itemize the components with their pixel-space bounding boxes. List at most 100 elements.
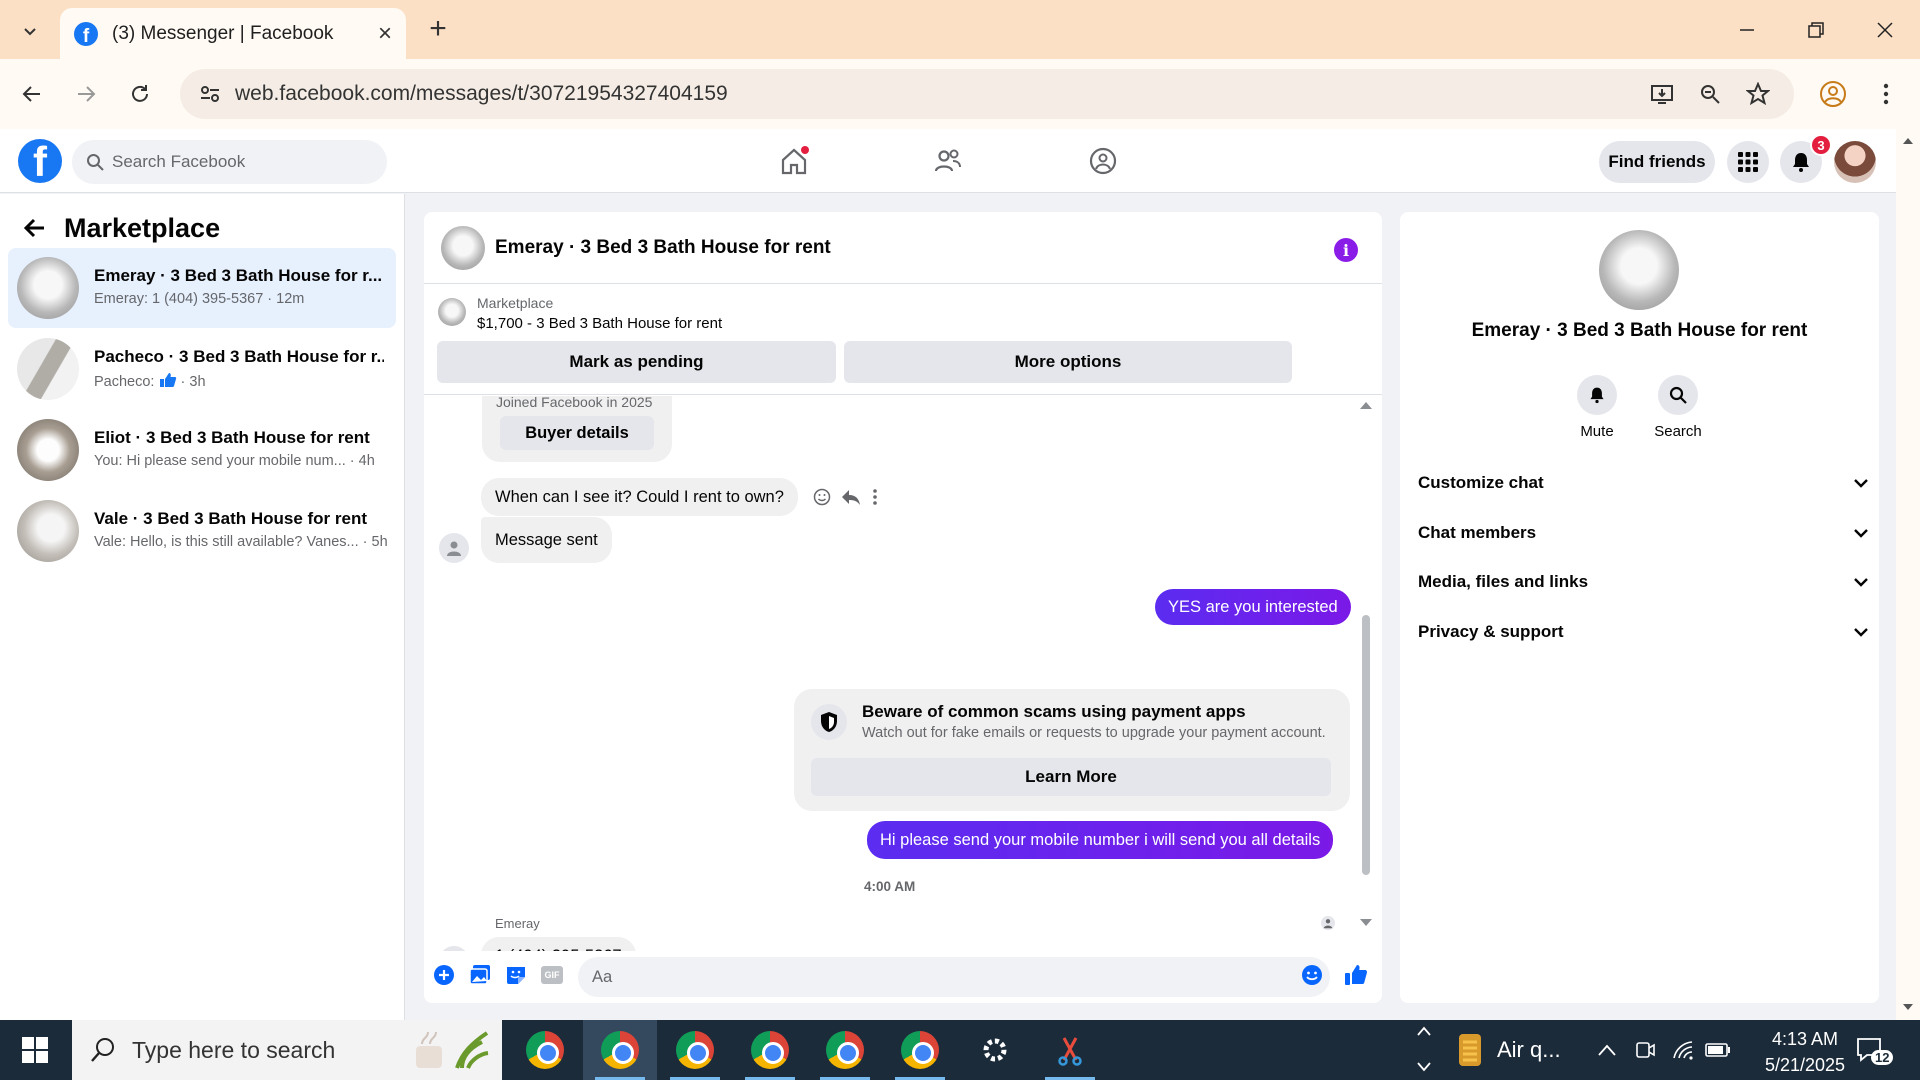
meet-now-icon[interactable] <box>1635 1020 1655 1080</box>
chevron-down-icon <box>1854 628 1868 637</box>
search-conversation-button[interactable]: Search <box>1638 375 1718 440</box>
friends-nav-button[interactable] <box>930 143 966 179</box>
info-icon[interactable]: i <box>1334 238 1358 262</box>
close-window-button[interactable] <box>1862 10 1908 50</box>
scroll-up-icon[interactable] <box>1359 400 1373 410</box>
show-hidden-icons-button[interactable] <box>1598 1020 1616 1080</box>
scroll-down-icon[interactable] <box>1359 918 1373 928</box>
emoji-icon[interactable] <box>1300 963 1324 987</box>
mute-button[interactable]: Mute <box>1557 375 1637 440</box>
chevron-up-icon[interactable] <box>1417 1026 1431 1036</box>
chevron-down-icon[interactable] <box>1417 1062 1431 1072</box>
weather-widget[interactable]: Air q... <box>1455 1020 1561 1080</box>
conversation-avatar[interactable] <box>1599 230 1679 310</box>
menu-button[interactable] <box>1727 141 1769 183</box>
reply-icon[interactable] <box>841 488 861 506</box>
back-arrow-icon[interactable] <box>22 215 48 241</box>
taskbar-chrome-5[interactable] <box>808 1020 882 1080</box>
groups-nav-button[interactable] <box>1085 143 1121 179</box>
find-friends-button[interactable]: Find friends <box>1599 141 1715 183</box>
message-bubble-outgoing[interactable]: YES are you interested <box>1155 589 1351 625</box>
browser-tab-messenger[interactable]: f (3) Messenger | Facebook × <box>60 8 406 59</box>
message-bubble-outgoing[interactable]: Hi please send your mobile number i will… <box>867 821 1334 859</box>
photo-icon[interactable] <box>468 963 492 987</box>
taskbar-snipping-tool[interactable] <box>1033 1020 1107 1080</box>
bookmark-star-icon[interactable] <box>1744 80 1772 108</box>
site-settings-icon[interactable] <box>198 82 222 106</box>
message-input[interactable] <box>578 957 1330 997</box>
taskbar-chrome-4[interactable] <box>733 1020 807 1080</box>
chat-scrollbar[interactable] <box>1362 615 1370 875</box>
action-center-button[interactable]: 12 <box>1855 1020 1894 1080</box>
taskbar-chrome-3[interactable] <box>658 1020 732 1080</box>
taskbar-chrome-6[interactable] <box>883 1020 957 1080</box>
taskbar-search-box[interactable]: Type here to search <box>72 1020 502 1080</box>
arrow-left-icon <box>22 86 40 102</box>
mark-as-pending-button[interactable]: Mark as pending <box>437 341 836 383</box>
start-button[interactable] <box>12 1032 58 1068</box>
message-bubble-incoming[interactable]: Message sent <box>481 517 612 563</box>
forward-button[interactable] <box>68 76 104 112</box>
listing-thumbnail[interactable] <box>438 298 466 326</box>
profile-avatar[interactable] <box>1834 141 1876 183</box>
gif-icon[interactable]: GIF <box>540 963 564 987</box>
conversation-item-vale[interactable]: Vale · 3 Bed 3 Bath House for rent Vale:… <box>8 491 396 571</box>
tab-search-button[interactable] <box>12 13 48 49</box>
air-quality-icon <box>1459 1034 1481 1066</box>
taskbar-settings[interactable] <box>958 1020 1032 1080</box>
scam-warning-body: Watch out for fake emails or requests to… <box>862 725 1326 741</box>
add-attachment-icon[interactable] <box>432 963 456 987</box>
battery-icon[interactable] <box>1705 1020 1731 1080</box>
buyer-details-button[interactable]: Buyer details <box>500 416 654 450</box>
facebook-logo[interactable]: f <box>18 139 62 183</box>
taskbar-chrome-2[interactable] <box>583 1020 657 1080</box>
chat-members-section[interactable]: Chat members <box>1418 513 1868 553</box>
page-scrollbar[interactable] <box>1896 129 1920 1020</box>
home-nav-button[interactable] <box>776 143 812 179</box>
seen-by-avatar-icon <box>1321 916 1335 930</box>
conversation-preview: Emeray: 1 (404) 395-5367 · 12m <box>94 291 305 307</box>
search-facebook-input[interactable]: Search Facebook <box>72 140 387 184</box>
install-app-icon[interactable] <box>1648 80 1676 108</box>
minimize-button[interactable] <box>1724 10 1770 50</box>
wifi-icon[interactable] <box>1672 1020 1694 1080</box>
sticker-icon[interactable] <box>504 963 528 987</box>
restore-icon <box>1808 22 1824 38</box>
listing-title[interactable]: $1,700 - 3 Bed 3 Bath House for rent <box>477 315 722 332</box>
react-emoji-icon[interactable] <box>813 488 831 506</box>
scroll-up-icon[interactable] <box>1902 137 1914 145</box>
preview-time: · 3h <box>180 374 206 390</box>
sender-avatar-icon[interactable] <box>439 533 469 563</box>
more-vertical-icon[interactable] <box>872 488 878 506</box>
close-tab-icon[interactable]: × <box>378 20 392 48</box>
privacy-support-section[interactable]: Privacy & support <box>1418 612 1868 652</box>
reload-button[interactable] <box>122 76 158 112</box>
like-send-icon[interactable] <box>1344 963 1368 987</box>
customize-chat-section[interactable]: Customize chat <box>1418 463 1868 503</box>
new-tab-button[interactable]: + <box>422 14 454 46</box>
reload-icon <box>132 85 148 102</box>
more-options-button[interactable]: More options <box>844 341 1292 383</box>
clock-time: 4:13 AM <box>1771 1029 1839 1049</box>
chrome-icon <box>826 1031 864 1069</box>
conversation-item-emeray[interactable]: Emeray · 3 Bed 3 Bath House for r... Eme… <box>8 248 396 328</box>
chrome-icon <box>601 1031 639 1069</box>
conversation-item-pacheco[interactable]: Pacheco · 3 Bed 3 Bath House for r... Pa… <box>8 329 396 409</box>
home-icon <box>781 146 809 175</box>
minimize-icon <box>1740 29 1754 31</box>
back-button[interactable] <box>14 76 50 112</box>
learn-more-button[interactable]: Learn More <box>811 758 1331 796</box>
conversation-item-eliot[interactable]: Eliot · 3 Bed 3 Bath House for rent You:… <box>8 410 396 490</box>
chat-avatar[interactable] <box>441 226 485 270</box>
zoom-icon[interactable] <box>1696 80 1724 108</box>
restore-button[interactable] <box>1793 10 1839 50</box>
profile-button[interactable] <box>1815 76 1851 112</box>
chat-title[interactable]: Emeray · 3 Bed 3 Bath House for rent <box>495 237 831 259</box>
message-bubble-incoming[interactable]: When can I see it? Could I rent to own? <box>481 478 798 516</box>
taskbar-clock[interactable]: 4:13 AM 5/21/2025 <box>1745 1026 1865 1078</box>
browser-menu-button[interactable] <box>1868 76 1904 112</box>
scroll-down-icon[interactable] <box>1902 1003 1914 1011</box>
media-files-links-section[interactable]: Media, files and links <box>1418 562 1868 602</box>
taskbar-chrome-1[interactable] <box>508 1020 582 1080</box>
address-bar[interactable]: web.facebook.com/messages/t/307219543274… <box>180 69 1794 119</box>
